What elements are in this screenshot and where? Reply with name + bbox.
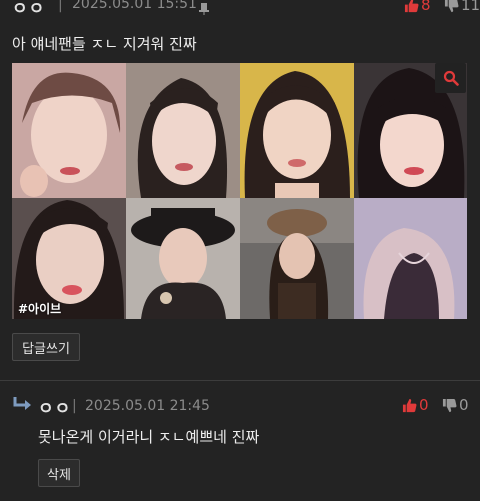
section-divider xyxy=(0,380,480,381)
post-downvote-count: 11 xyxy=(461,0,480,14)
gallery-image-3[interactable] xyxy=(240,63,354,198)
comment-downvote-count: 0 xyxy=(459,396,469,414)
zoom-icon xyxy=(443,70,459,86)
reply-arrow-icon xyxy=(12,396,34,412)
gallery-image-1[interactable] xyxy=(12,63,126,198)
zoom-button[interactable] xyxy=(435,63,466,93)
comment-timestamp: 2025.05.01 21:45 xyxy=(85,398,210,414)
comment-downvote-button[interactable]: 0 xyxy=(442,396,469,414)
thumbs-down-icon xyxy=(442,398,457,413)
post-author[interactable]: ㅇㅇ xyxy=(12,0,45,19)
gallery-image-8[interactable] xyxy=(354,198,467,319)
post-title: 아 얘네팬들 ㅈㄴ 지겨워 진짜 xyxy=(12,35,197,53)
post-upvote-count: 8 xyxy=(421,0,431,14)
delete-button[interactable]: 삭제 xyxy=(38,459,80,487)
gallery-image-6[interactable] xyxy=(126,198,240,319)
image-gallery[interactable]: #아이브 xyxy=(12,63,467,319)
post-timestamp: 2025.05.01 15:51 xyxy=(72,0,197,12)
header-separator: | xyxy=(58,0,63,13)
post-header: ㅇㅇ | 2025.05.01 15:51 8 11 xyxy=(12,0,480,19)
gallery-image-4[interactable] xyxy=(354,63,467,198)
comment-upvote-button[interactable]: 0 xyxy=(402,396,429,414)
thumbs-down-icon xyxy=(444,0,459,13)
post-downvote-button[interactable]: 11 xyxy=(444,0,480,14)
comment-upvote-count: 0 xyxy=(419,396,429,414)
thumbs-up-icon xyxy=(404,0,419,13)
comment-author[interactable]: ㅇㅇ xyxy=(38,394,71,419)
comment-separator: | xyxy=(72,398,77,414)
pin-icon xyxy=(198,0,210,15)
thumbs-up-icon xyxy=(402,398,417,413)
comment-text: 못나온게 이거라니 ㅈㄴ예쁘네 진짜 xyxy=(38,428,260,446)
gallery-image-7[interactable] xyxy=(240,198,354,319)
reply-button[interactable]: 답글쓰기 xyxy=(12,333,80,361)
gallery-watermark: #아이브 xyxy=(18,302,62,316)
gallery-image-2[interactable] xyxy=(126,63,240,198)
post-upvote-button[interactable]: 8 xyxy=(404,0,431,14)
gallery-image-5[interactable]: #아이브 xyxy=(12,198,126,319)
